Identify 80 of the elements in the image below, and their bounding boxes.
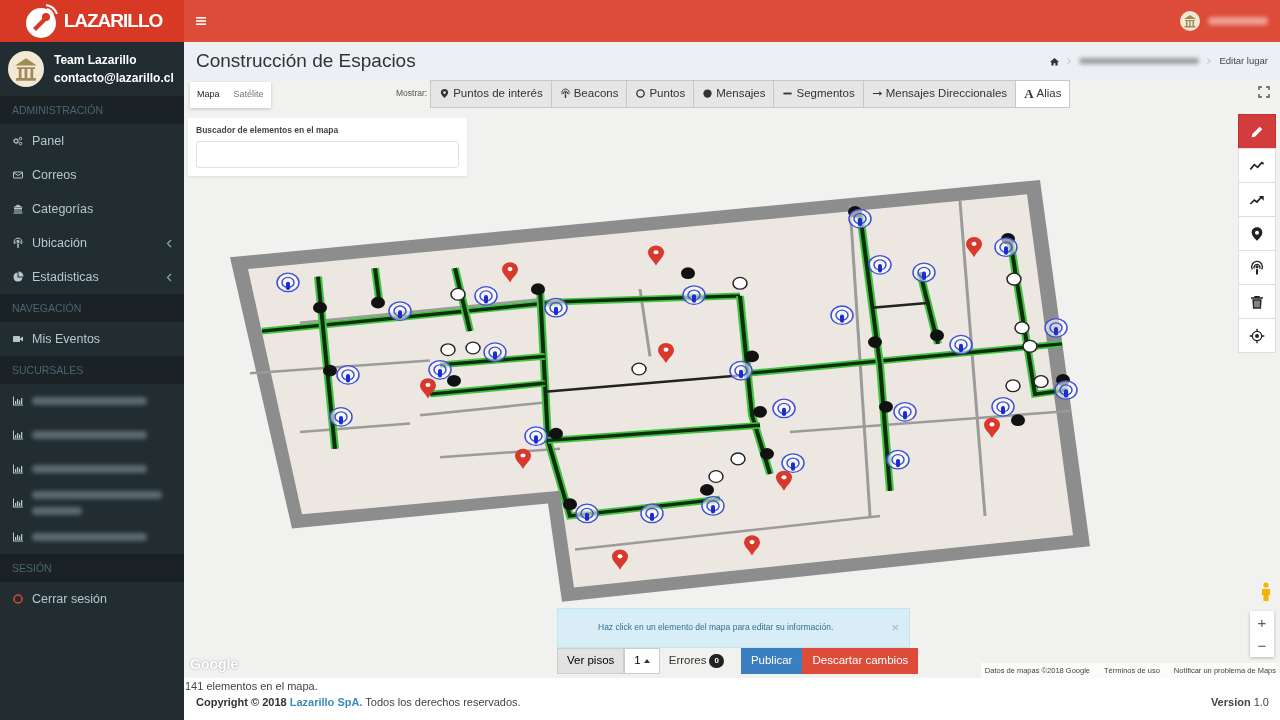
- sidebar-item[interactable]: Correos: [0, 158, 184, 192]
- publish-button[interactable]: Publicar: [740, 648, 803, 674]
- avatar-icon: [8, 51, 44, 87]
- separator-icon: [1207, 58, 1212, 64]
- zoom-button[interactable]: +: [1250, 611, 1274, 634]
- search-label: Buscador de elementos en el mapa: [196, 124, 340, 137]
- bar-chart-icon: [12, 497, 24, 509]
- menu-icon[interactable]: [196, 16, 206, 26]
- chevron-icon: [166, 272, 172, 282]
- floor-dropdown[interactable]: 1: [624, 648, 660, 674]
- map-pin-icon: [1249, 225, 1265, 242]
- logo-text: LAZARILLO: [63, 8, 163, 33]
- sidebar-item[interactable]: Panel: [0, 124, 184, 158]
- map-pin-icon: [439, 88, 451, 100]
- page-title: Construcción de Espacios: [196, 49, 416, 73]
- beacon-icon: [559, 88, 571, 100]
- errors-count: 0: [709, 654, 724, 668]
- line-chart-tool-button[interactable]: [1238, 148, 1276, 183]
- layer-toggle[interactable]: Mensajes: [693, 80, 775, 108]
- section-header: SESIÓN: [0, 554, 184, 582]
- bar-chart-icon: [12, 463, 24, 475]
- sidebar-item[interactable]: Ubicación: [0, 226, 184, 260]
- circle-filled-icon: [702, 88, 714, 100]
- floors-button[interactable]: Ver pisos: [557, 648, 625, 674]
- sidebar-item[interactable]: Estadisticas: [0, 260, 184, 294]
- caret-icon: [643, 659, 650, 663]
- user-name: Team Lazarillo: [54, 52, 138, 69]
- zoom-button[interactable]: −: [1250, 634, 1274, 657]
- section-header: SUCURSALES: [0, 356, 184, 384]
- sidebar-item[interactable]: Cerrar sesión: [0, 582, 184, 616]
- discard-button[interactable]: Descartar cambios: [802, 648, 919, 674]
- crosshair-icon: [1249, 327, 1265, 344]
- chevron-icon: [166, 238, 172, 248]
- trash-tool-button[interactable]: [1238, 284, 1276, 319]
- circle-outline-icon: [635, 88, 647, 100]
- video-camera-icon: [12, 333, 24, 345]
- avatar-icon[interactable]: [1180, 11, 1200, 31]
- layer-toggle[interactable]: Segmentos: [773, 80, 864, 108]
- errors-label: Errores: [668, 653, 707, 669]
- status-text: 141 elementos en el mapa.: [184, 679, 319, 693]
- layer-toggle[interactable]: Beacons: [550, 80, 628, 108]
- gears-icon: [12, 135, 24, 147]
- bar-chart-icon: [12, 395, 24, 407]
- beacon-icon: [12, 237, 24, 249]
- layer-toggle[interactable]: Puntos: [626, 80, 695, 108]
- pencil-tool-button[interactable]: [1238, 114, 1276, 149]
- blurred-text: [32, 507, 82, 515]
- user-email: contacto@lazarillo.cl: [54, 70, 174, 87]
- copyright-text: Copyright © 2018 Lazarillo SpA. Todos los derechos reservados.: [195, 695, 521, 711]
- layer-toggle[interactable]: A Alias: [1015, 80, 1071, 108]
- circle-outline-icon: [12, 593, 24, 605]
- map-type-tab[interactable]: Mapa: [190, 82, 227, 108]
- map-pin-tool-button[interactable]: [1238, 216, 1276, 251]
- crosshair-tool-button[interactable]: [1238, 318, 1276, 353]
- trend-arrow-tool-button[interactable]: [1238, 182, 1276, 217]
- beacon-icon: [1249, 259, 1265, 276]
- sidebar-item[interactable]: Categorías: [0, 192, 184, 226]
- alert-text: Haz click en un elemento del mapa para editar su información.: [598, 621, 834, 635]
- pie-chart-icon: [12, 271, 24, 283]
- show-label: Mostrar:: [396, 87, 428, 101]
- separator-icon: [1067, 58, 1072, 64]
- blurred-text: [1208, 17, 1268, 25]
- search-field[interactable]: [196, 140, 459, 168]
- sidebar-item[interactable]: Mis Eventos: [0, 322, 184, 356]
- bar-chart-icon: [12, 429, 24, 441]
- bank-icon: [12, 203, 24, 215]
- trash-icon: [1249, 293, 1265, 310]
- envelope-icon: [12, 169, 24, 181]
- breadcrumb-item: Editar lugar: [1219, 53, 1268, 68]
- section-header: ADMINISTRACIÓN: [0, 96, 184, 124]
- company-link[interactable]: Lazarillo SpA.: [289, 696, 363, 709]
- layer-toggle[interactable]: Puntos de interés: [430, 80, 552, 108]
- bar-chart-icon: [12, 531, 24, 543]
- section-header: NAVEGACIÓN: [0, 294, 184, 322]
- home-icon[interactable]: [1050, 56, 1060, 66]
- fullscreen-icon[interactable]: [1258, 86, 1270, 98]
- layer-toggle[interactable]: Mensajes Direccionales: [862, 80, 1017, 108]
- map-type-tab[interactable]: Satélite: [226, 82, 271, 108]
- beacon-tool-button[interactable]: [1238, 250, 1276, 285]
- version-text: Version 1.0: [1210, 695, 1269, 710]
